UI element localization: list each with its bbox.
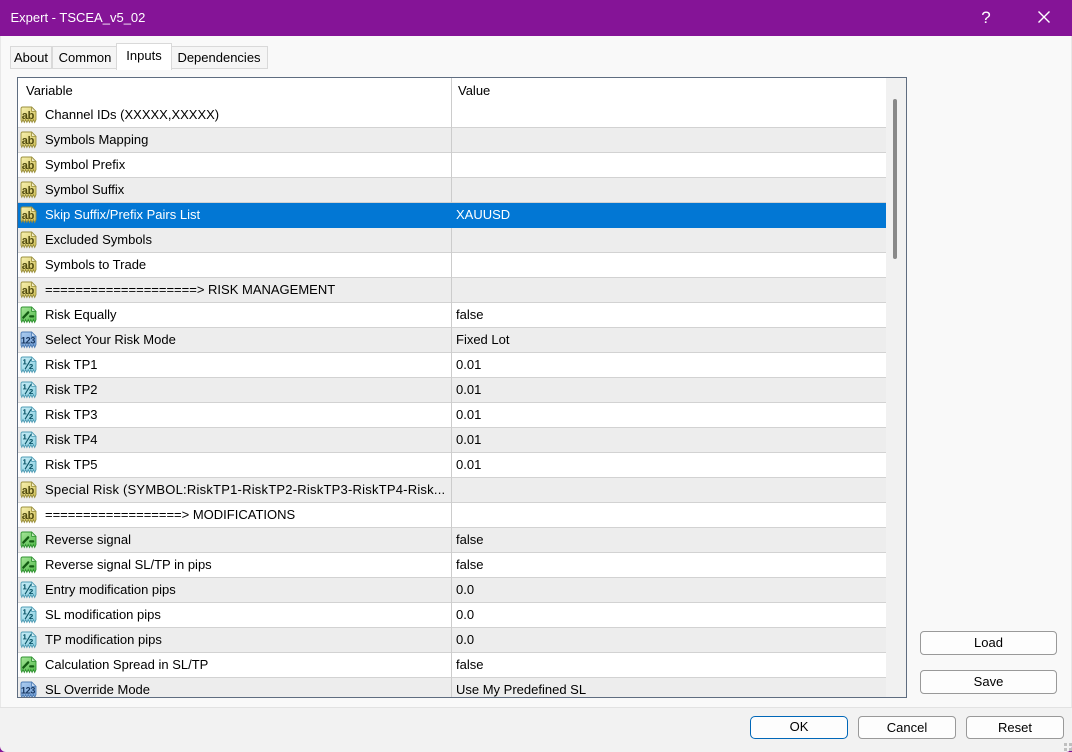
svg-text:½: ½ — [22, 382, 33, 397]
svg-text:ab: ab — [22, 485, 35, 497]
svg-text:ab: ab — [22, 210, 35, 222]
svg-text:ab: ab — [22, 135, 35, 147]
svg-text:ab: ab — [22, 260, 35, 272]
svg-text:½: ½ — [22, 457, 33, 472]
svg-text:ab: ab — [22, 160, 35, 172]
svg-text:½: ½ — [22, 407, 33, 422]
svg-text:123: 123 — [21, 336, 35, 346]
svg-text:½: ½ — [22, 432, 33, 447]
svg-text:ab: ab — [22, 185, 35, 197]
svg-text:ab: ab — [22, 510, 35, 522]
svg-text:½: ½ — [22, 582, 33, 597]
svg-text:½: ½ — [22, 632, 33, 647]
svg-text:123: 123 — [21, 686, 35, 696]
svg-text:ab: ab — [22, 285, 35, 297]
svg-text:ab: ab — [22, 235, 35, 247]
svg-text:ab: ab — [22, 110, 35, 122]
svg-text:½: ½ — [22, 607, 33, 622]
svg-text:½: ½ — [22, 357, 33, 372]
